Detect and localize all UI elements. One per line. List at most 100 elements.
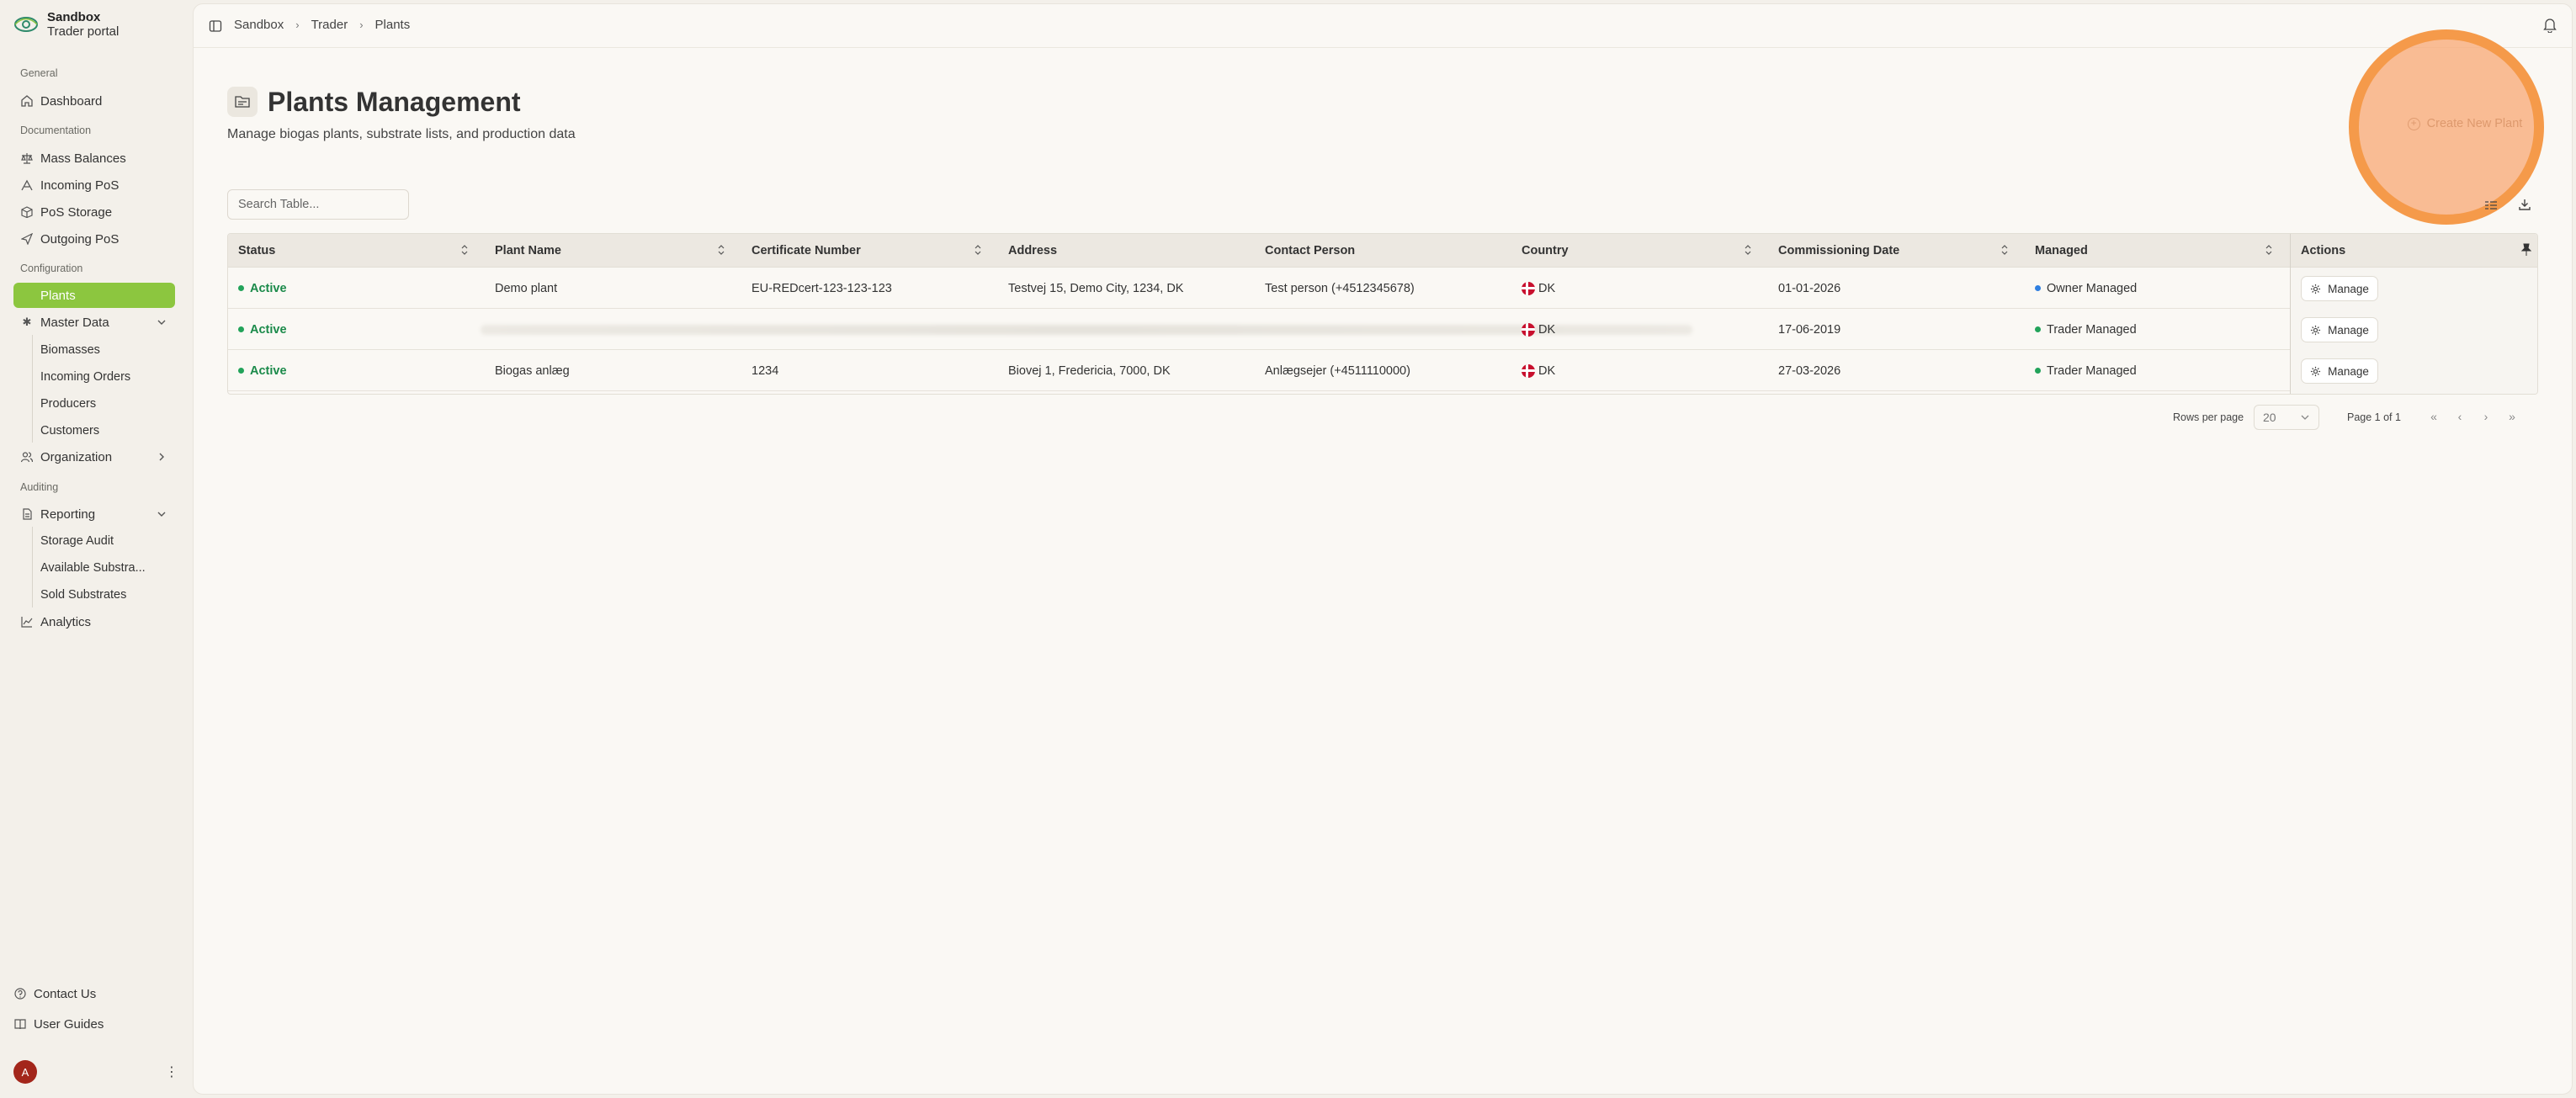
- sidebar-item-analytics[interactable]: Analytics: [13, 609, 175, 634]
- avatar[interactable]: A: [13, 1060, 37, 1084]
- rows-per-page-label: Rows per page: [2173, 411, 2244, 423]
- scale-icon: [20, 151, 34, 165]
- sidebar-item-label: Plants: [40, 288, 76, 303]
- header-label: Address: [1008, 244, 1058, 257]
- asterisk-icon: ✱: [22, 316, 32, 328]
- managed-label: Trader Managed: [2047, 363, 2137, 378]
- sort-icon[interactable]: [974, 244, 982, 260]
- column-contact-person[interactable]: Contact Person: [1255, 234, 1511, 268]
- sidebar-subitem-incoming-orders[interactable]: Incoming Orders: [34, 365, 175, 389]
- more-vertical-icon[interactable]: ⋮: [165, 1064, 178, 1080]
- download-icon[interactable]: [2518, 198, 2531, 215]
- cell-commissioning: 17-06-2019: [1778, 322, 1841, 337]
- sidebar-subitem-sold-substrates[interactable]: Sold Substrates: [34, 583, 175, 607]
- sort-icon[interactable]: [2000, 244, 2009, 260]
- sidebar-subitem-producers[interactable]: Producers: [34, 392, 175, 416]
- sidebar-subitem-customers[interactable]: Customers: [34, 419, 175, 443]
- bell-icon[interactable]: [2543, 18, 2557, 37]
- column-commissioning-date[interactable]: Commissioning Date: [1768, 234, 2025, 268]
- sort-icon[interactable]: [717, 244, 725, 260]
- sidebar-item-master-data[interactable]: ✱ Master Data: [13, 310, 175, 335]
- create-new-plant-button[interactable]: + Create New Plant: [2393, 109, 2536, 138]
- sidebar-item-label: PoS Storage: [40, 204, 113, 220]
- prev-page-icon[interactable]: ‹: [2450, 406, 2470, 427]
- manage-button[interactable]: Manage: [2301, 276, 2378, 301]
- next-page-icon[interactable]: ›: [2476, 406, 2496, 427]
- managed-label: Trader Managed: [2047, 322, 2137, 337]
- sidebar-subitem-storage-audit[interactable]: Storage Audit: [34, 529, 175, 553]
- status-dot: [238, 368, 244, 374]
- cell-address: Testvej 15, Demo City, 1234, DK: [1008, 281, 1184, 295]
- pin-icon[interactable]: [2520, 243, 2532, 261]
- nav-section-general: General: [20, 67, 58, 79]
- first-page-icon[interactable]: «: [2424, 406, 2444, 427]
- page-subtitle: Manage biogas plants, substrate lists, a…: [227, 127, 576, 141]
- breadcrumb-trader[interactable]: Trader: [311, 18, 348, 32]
- sidebar-item-pos-storage[interactable]: PoS Storage: [13, 199, 175, 225]
- status-badge: Active: [250, 322, 287, 337]
- status-badge: Active: [250, 281, 287, 295]
- submenu-rail: [32, 335, 33, 443]
- table-row[interactable]: Active Demo plant EU-REDcert-123-123-123…: [228, 268, 2537, 309]
- sidebar-item-organization[interactable]: Organization: [13, 444, 175, 469]
- sidebar-item-plants[interactable]: Plants: [13, 283, 175, 308]
- brand[interactable]: Sandbox Trader portal: [12, 10, 119, 39]
- cell-plant-name: Demo plant: [495, 281, 558, 295]
- column-plant-name[interactable]: Plant Name: [485, 234, 741, 268]
- sort-icon[interactable]: [1744, 244, 1752, 260]
- sort-icon[interactable]: [2265, 244, 2273, 260]
- status-dot: [238, 326, 244, 332]
- column-managed[interactable]: Managed: [2025, 234, 2281, 268]
- rows-per-page-select[interactable]: 20: [2254, 405, 2319, 430]
- column-country[interactable]: Country: [1511, 234, 1768, 268]
- column-certificate-number[interactable]: Certificate Number: [741, 234, 998, 268]
- cell-commissioning: 27-03-2026: [1778, 363, 1841, 378]
- sidebar-item-label: Mass Balances: [40, 151, 126, 166]
- manage-button[interactable]: Manage: [2301, 317, 2378, 342]
- sidebar-subitem-available-substrates[interactable]: Available Substra...: [34, 556, 175, 580]
- header-label: Commissioning Date: [1778, 244, 1900, 257]
- main-panel: Sandbox › Trader › Plants Plants Managem…: [193, 3, 2573, 1095]
- managed-dot: [2035, 326, 2041, 332]
- sidebar-item-incoming-pos[interactable]: Incoming PoS: [13, 172, 175, 198]
- managed-dot: [2035, 285, 2041, 291]
- sidebar-item-dashboard[interactable]: Dashboard: [13, 88, 175, 114]
- sidebar-item-user-guides[interactable]: User Guides: [7, 1011, 168, 1037]
- last-page-icon[interactable]: »: [2502, 406, 2522, 427]
- sidebar-item-mass-balances[interactable]: Mass Balances: [13, 146, 175, 171]
- sidebar-item-outgoing-pos[interactable]: Outgoing PoS: [13, 226, 175, 252]
- sidebar-item-contact[interactable]: Contact Us: [7, 981, 168, 1006]
- chevron-right-icon: ›: [359, 19, 364, 31]
- header-label: Contact Person: [1265, 244, 1356, 257]
- column-status[interactable]: Status: [228, 234, 485, 268]
- table-row[interactable]: Active Biogas anlæg 1234 Biovej 1, Frede…: [228, 350, 2537, 391]
- rows-per-page-value: 20: [2263, 411, 2276, 424]
- sidebar-item-label: Reporting: [40, 507, 96, 522]
- columns-view-icon[interactable]: [2484, 199, 2498, 215]
- cell-status: Active: [228, 309, 287, 350]
- sort-icon[interactable]: [460, 244, 469, 260]
- sidebar-toggle-icon[interactable]: [209, 19, 222, 37]
- incoming-icon: [20, 178, 34, 192]
- manage-label: Manage: [2328, 323, 2369, 337]
- sidebar-item-label: Analytics: [40, 614, 92, 629]
- search-input[interactable]: [227, 189, 409, 220]
- sidebar-item-reporting[interactable]: Reporting: [13, 501, 175, 527]
- sidebar: Sandbox Trader portal General Dashboard …: [0, 0, 192, 1098]
- table-row[interactable]: Active DK 17-06-2019 Trader Managed: [228, 309, 2537, 350]
- column-address[interactable]: Address: [998, 234, 1255, 268]
- cell-status: Active: [228, 268, 287, 309]
- cell-country: DK: [1511, 350, 1555, 391]
- manage-button[interactable]: Manage: [2301, 358, 2378, 384]
- sidebar-item-label: Incoming PoS: [40, 178, 120, 193]
- breadcrumb-sandbox[interactable]: Sandbox: [234, 18, 284, 32]
- brand-logo-icon: [12, 10, 40, 39]
- cell-managed: Trader Managed: [2025, 350, 2137, 391]
- country-code: DK: [1538, 281, 1556, 295]
- sidebar-item-label: Organization: [40, 449, 113, 464]
- brand-title: Sandbox: [47, 10, 101, 24]
- actions-column: Actions Manage Manage Manage: [2290, 234, 2537, 394]
- sidebar-subitem-biomasses[interactable]: Biomasses: [34, 338, 175, 362]
- nav-section-auditing: Auditing: [20, 481, 59, 493]
- create-button-label: Create New Plant: [2426, 117, 2523, 130]
